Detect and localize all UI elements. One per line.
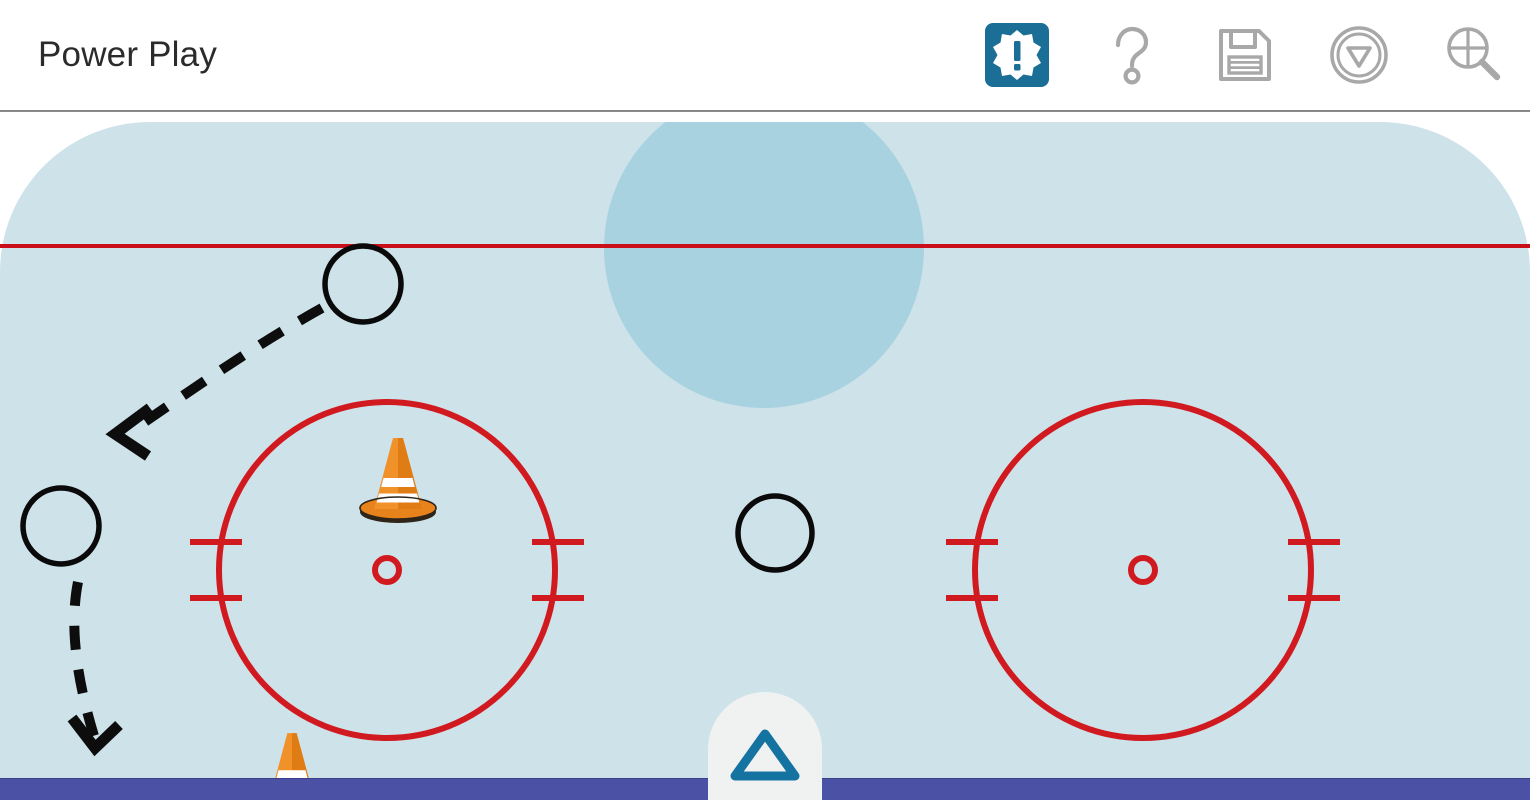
triangle-up-icon bbox=[730, 729, 800, 781]
app-header: Power Play bbox=[0, 0, 1530, 114]
save-floppy-icon bbox=[1219, 29, 1271, 81]
page-title: Power Play bbox=[38, 35, 218, 74]
download-circle-icon bbox=[1330, 26, 1388, 84]
alert-badge-icon bbox=[985, 23, 1049, 87]
help-button[interactable] bbox=[1096, 20, 1166, 90]
zoom-button[interactable] bbox=[1438, 20, 1508, 90]
zoom-target-icon bbox=[1447, 27, 1501, 81]
toolbar bbox=[982, 0, 1508, 110]
help-question-icon bbox=[1115, 26, 1149, 85]
alert-badge-button[interactable] bbox=[982, 20, 1052, 90]
save-button[interactable] bbox=[1210, 20, 1280, 90]
expand-panel-handle[interactable] bbox=[708, 692, 822, 800]
download-button[interactable] bbox=[1324, 20, 1394, 90]
app-root: Power Play bbox=[0, 0, 1530, 800]
